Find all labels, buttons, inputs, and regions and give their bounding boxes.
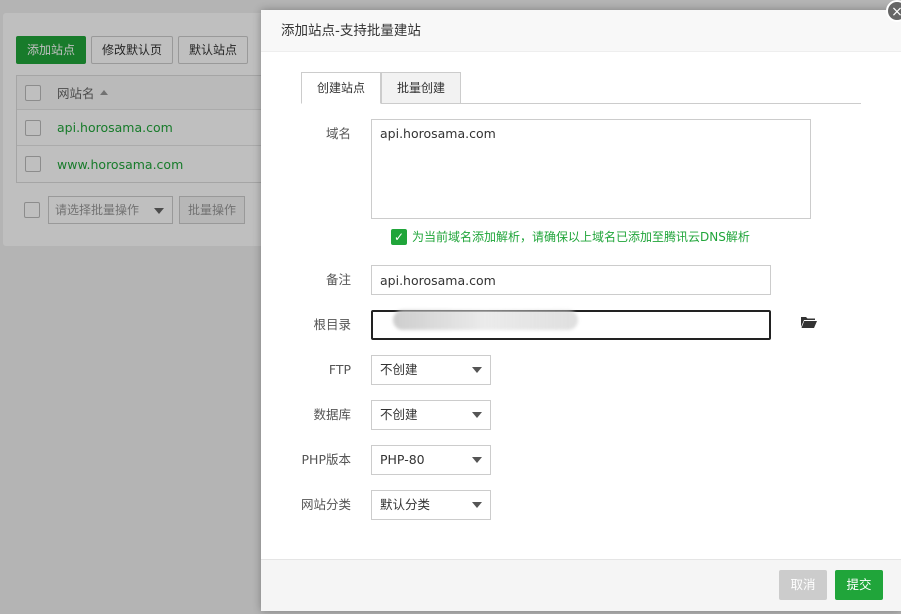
close-icon[interactable]: × — [886, 0, 901, 22]
tab-batch-create[interactable]: 批量创建 — [381, 72, 462, 104]
category-label: 网站分类 — [300, 497, 351, 512]
chevron-down-icon — [472, 457, 482, 463]
dialog-title: 添加站点-支持批量建站 — [261, 10, 901, 52]
php-version-select[interactable]: PHP-80 — [371, 445, 491, 475]
database-select[interactable]: 不创建 — [371, 400, 491, 430]
chevron-down-icon — [472, 367, 482, 373]
php-select-value: PHP-80 — [380, 452, 425, 467]
dns-checkbox-label: 为当前域名添加解析，请确保以上域名已添加至腾讯云DNS解析 — [412, 230, 750, 244]
remark-input[interactable] — [371, 265, 771, 295]
folder-open-icon[interactable] — [801, 316, 817, 328]
category-row: 网站分类 默认分类 — [261, 490, 491, 520]
domain-textarea[interactable] — [371, 119, 811, 219]
dns-checkbox-row: ✓ 为当前域名添加解析，请确保以上域名已添加至腾讯云DNS解析 — [391, 228, 750, 245]
domain-label: 域名 — [325, 126, 351, 141]
submit-button[interactable]: 提交 — [835, 570, 883, 600]
ftp-label: FTP — [328, 362, 351, 377]
dns-checkbox[interactable]: ✓ — [391, 228, 407, 245]
dialog-tabs: 创建站点 批量创建 — [301, 72, 861, 104]
chevron-down-icon — [472, 412, 482, 418]
remark-row: 备注 — [261, 265, 771, 295]
php-row: PHP版本 PHP-80 — [261, 445, 491, 475]
tab-create-site[interactable]: 创建站点 — [301, 72, 382, 104]
root-dir-label: 根目录 — [313, 317, 351, 332]
ftp-select-value: 不创建 — [380, 362, 418, 377]
cancel-button[interactable]: 取消 — [779, 570, 827, 600]
domain-row: 域名 — [261, 119, 811, 219]
redacted-path — [393, 310, 578, 330]
database-select-value: 不创建 — [380, 407, 418, 422]
add-site-dialog: 添加站点-支持批量建站 创建站点 批量创建 域名 ✓ 为当前域名添加解析，请确保… — [261, 10, 901, 611]
category-select[interactable]: 默认分类 — [371, 490, 491, 520]
ftp-select[interactable]: 不创建 — [371, 355, 491, 385]
database-row: 数据库 不创建 — [261, 400, 491, 430]
remark-label: 备注 — [325, 272, 351, 287]
php-label: PHP版本 — [301, 452, 351, 467]
database-label: 数据库 — [313, 407, 351, 422]
chevron-down-icon — [472, 502, 482, 508]
category-select-value: 默认分类 — [380, 497, 431, 512]
dialog-footer: 取消 提交 — [261, 559, 901, 611]
ftp-row: FTP 不创建 — [261, 355, 491, 385]
